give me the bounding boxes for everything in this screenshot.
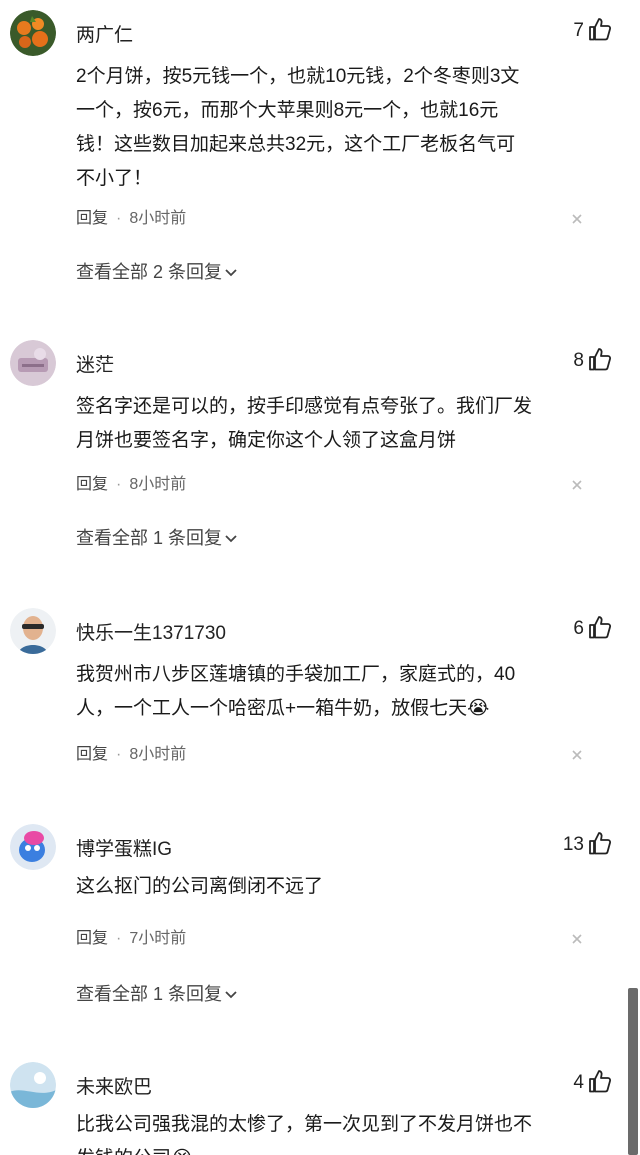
reply-button[interactable]: 回复 (76, 746, 108, 763)
comment-line: 我贺州市八步区莲塘镇的手袋加工厂，家庭式的，40 (76, 664, 516, 685)
like-count: 7 (573, 20, 584, 41)
comment-meta: 回复 · 8小时前 (76, 746, 187, 763)
avatar[interactable] (10, 824, 56, 870)
view-replies-label: 查看全部 1 条回复 (76, 528, 223, 548)
reply-button[interactable]: 回复 (76, 210, 108, 227)
comment-item: 迷茫 8 签名字还是可以的，按手印感觉有点夸张了。我们厂发 月饼也要签名字，确定… (0, 340, 626, 570)
timestamp: 8小时前 (129, 476, 187, 493)
close-icon[interactable] (570, 478, 584, 492)
comment-line: 钱！这些数目加起来总共32元，这个工厂老板名气可 (76, 134, 516, 155)
comment-line: 发钱的公司😭 (76, 1142, 596, 1155)
chevron-down-icon (225, 535, 237, 543)
comment-item: 未来欧巴 4 比我公司强我混的太惨了，第一次见到了不发月饼也不 发钱的公司😭 (0, 1062, 626, 1155)
close-icon[interactable] (570, 212, 584, 226)
comment-text: 比我公司强我混的太惨了，第一次见到了不发月饼也不 发钱的公司😭 (76, 1108, 596, 1155)
comment-text: 这么抠门的公司离倒闭不远了 (76, 870, 596, 904)
like-count: 13 (562, 834, 584, 855)
view-replies-button[interactable]: 查看全部 1 条回复 (76, 524, 238, 550)
view-replies-button[interactable]: 查看全部 1 条回复 (76, 980, 238, 1006)
comment-text: 签名字还是可以的，按手印感觉有点夸张了。我们厂发 月饼也要签名字，确定你这个人领… (76, 390, 596, 458)
timestamp: 7小时前 (129, 930, 187, 947)
avatar[interactable] (10, 1062, 56, 1108)
username[interactable]: 未来欧巴 (76, 1072, 152, 1099)
thumbs-up-icon[interactable] (588, 614, 612, 640)
comment-line: 签名字还是可以的，按手印感觉有点夸张了。我们厂发 (76, 396, 533, 417)
like-count: 6 (573, 618, 584, 639)
username[interactable]: 快乐一生1371730 (76, 618, 226, 645)
comment-line: 不小了！ (76, 168, 153, 189)
comment-line: 月饼也要签名字，确定你这个人领了这盒月饼 (76, 430, 457, 451)
username[interactable]: 迷茫 (76, 350, 114, 377)
chevron-down-icon (225, 269, 237, 277)
close-icon[interactable] (570, 748, 584, 762)
view-replies-label: 查看全部 2 条回复 (76, 262, 223, 282)
reply-button[interactable]: 回复 (76, 930, 108, 947)
avatar[interactable] (10, 608, 56, 654)
avatar[interactable] (10, 10, 56, 56)
comment-line: 比我公司强我混的太惨了，第一次见到了不发月饼也不 (76, 1114, 533, 1135)
thumbs-up-icon[interactable] (588, 16, 612, 42)
comment-line: 人，一个工人一个哈密瓜+一箱牛奶，放假七天😭 (76, 698, 490, 719)
timestamp: 8小时前 (129, 746, 187, 763)
comment-meta: 回复 · 8小时前 (76, 210, 187, 227)
comment-text: 2个月饼，按5元钱一个，也就10元钱，2个冬枣则3文 一个，按6元，而那个大苹果… (76, 60, 596, 196)
reply-button[interactable]: 回复 (76, 476, 108, 493)
comment-meta: 回复 · 8小时前 (76, 476, 187, 493)
thumbs-up-icon[interactable] (588, 830, 612, 856)
thumbs-up-icon[interactable] (588, 1068, 612, 1094)
view-replies-label: 查看全部 1 条回复 (76, 984, 223, 1004)
close-icon[interactable] (570, 932, 584, 946)
like-count: 4 (573, 1072, 584, 1093)
thumbs-up-icon[interactable] (588, 346, 612, 372)
comment-line: 一个，按6元，而那个大苹果则8元一个，也就16元 (76, 100, 499, 121)
view-replies-button[interactable]: 查看全部 2 条回复 (76, 258, 238, 284)
comment-item: 博学蛋糕IG 13 这么抠门的公司离倒闭不远了 回复 · 7小时前 查看全部 1 条… (0, 824, 626, 1014)
avatar[interactable] (10, 340, 56, 386)
like-count: 8 (573, 350, 584, 371)
scrollbar[interactable] (626, 0, 640, 1155)
username[interactable]: 两广仁 (76, 20, 133, 47)
comment-item: 两广仁 7 2个月饼，按5元钱一个，也就10元钱，2个冬枣则3文 一个，按6元，… (0, 10, 626, 300)
username[interactable]: 博学蛋糕IG (76, 834, 172, 861)
timestamp: 8小时前 (129, 210, 187, 227)
comment-line: 2个月饼，按5元钱一个，也就10元钱，2个冬枣则3文 (76, 66, 520, 87)
comment-meta: 回复 · 7小时前 (76, 930, 187, 947)
comment-item: 快乐一生1371730 6 我贺州市八步区莲塘镇的手袋加工厂，家庭式的，40 人… (0, 608, 626, 778)
scrollbar-thumb[interactable] (628, 988, 638, 1155)
chevron-down-icon (225, 991, 237, 999)
comment-text: 我贺州市八步区莲塘镇的手袋加工厂，家庭式的，40 人，一个工人一个哈密瓜+一箱牛… (76, 658, 596, 726)
comment-line: 这么抠门的公司离倒闭不远了 (76, 876, 324, 897)
